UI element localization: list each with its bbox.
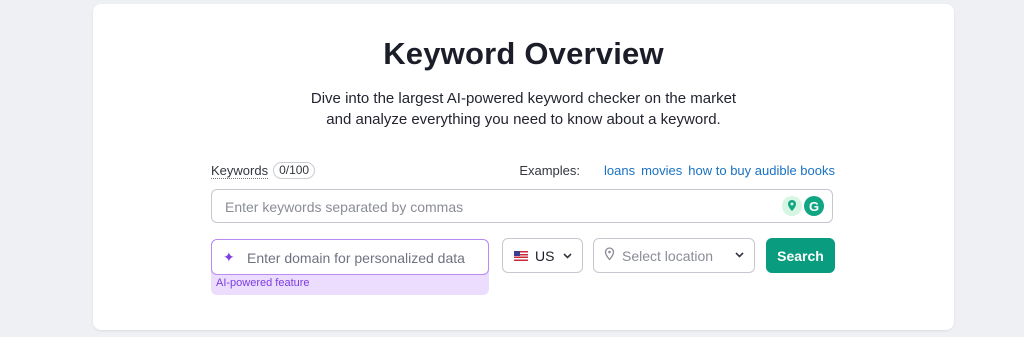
keywords-counter-badge: 0/100 [273,162,316,179]
example-link-audible[interactable]: how to buy audible books [688,163,835,178]
ai-feature-note: AI-powered feature [216,277,310,289]
location-select[interactable]: Select location [593,238,755,273]
location-pin-extension-icon[interactable] [782,196,802,216]
grammarly-icon[interactable]: G [804,196,824,216]
examples-row: Examples: loans movies how to buy audibl… [519,163,835,178]
domain-field-wrapper: ✦ AI-powered feature [211,239,489,295]
subtitle-line-2: and analyze everything you need to know … [326,111,721,128]
domain-input-box[interactable]: ✦ [211,239,489,275]
examples-label: Examples: [519,163,581,178]
pin-icon [604,247,615,264]
page-subtitle: Dive into the largest AI-powered keyword… [93,88,954,130]
keywords-label-row: Keywords 0/100 [211,162,316,179]
country-value: US [535,247,555,264]
keywords-input-box[interactable]: G [211,189,833,223]
keywords-input[interactable] [223,198,787,216]
chevron-down-icon [563,250,573,262]
us-flag-icon [514,250,528,261]
keyword-overview-card: Keyword Overview Dive into the largest A… [93,4,954,330]
search-button[interactable]: Search [766,238,835,273]
page-title: Keyword Overview [383,36,664,71]
domain-input[interactable] [245,249,485,267]
example-link-movies[interactable]: movies [641,163,682,178]
ai-sparkle-icon: ✦ [223,249,235,265]
extension-icons: G [782,196,824,216]
chevron-down-icon [735,249,744,261]
subtitle-line-1: Dive into the largest AI-powered keyword… [310,90,737,107]
example-link-loans[interactable]: loans [604,163,635,178]
location-placeholder: Select location [622,247,714,264]
keywords-label: Keywords [211,162,269,179]
country-select[interactable]: US [502,238,583,273]
